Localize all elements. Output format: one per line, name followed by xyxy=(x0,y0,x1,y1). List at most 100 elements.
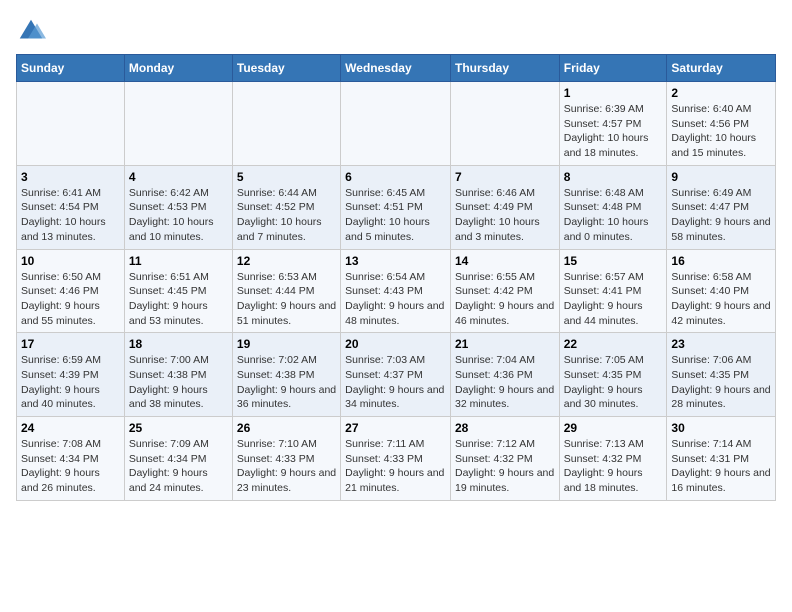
day-number: 30 xyxy=(671,421,771,435)
day-info: Sunrise: 7:14 AM Sunset: 4:31 PM Dayligh… xyxy=(671,437,771,496)
column-header-wednesday: Wednesday xyxy=(341,55,451,82)
column-header-thursday: Thursday xyxy=(450,55,559,82)
day-info: Sunrise: 7:04 AM Sunset: 4:36 PM Dayligh… xyxy=(455,353,555,412)
day-info: Sunrise: 6:58 AM Sunset: 4:40 PM Dayligh… xyxy=(671,270,771,329)
day-number: 24 xyxy=(21,421,120,435)
calendar-week-row: 1 Sunrise: 6:39 AM Sunset: 4:57 PM Daylig… xyxy=(17,82,776,166)
day-info: Sunrise: 6:49 AM Sunset: 4:47 PM Dayligh… xyxy=(671,186,771,245)
column-header-sunday: Sunday xyxy=(17,55,125,82)
calendar-cell: 23 Sunrise: 7:06 AM Sunset: 4:35 PM Dayli… xyxy=(667,333,776,417)
calendar-cell xyxy=(17,82,125,166)
day-number: 3 xyxy=(21,170,120,184)
calendar-cell: 30 Sunrise: 7:14 AM Sunset: 4:31 PM Dayli… xyxy=(667,417,776,501)
day-number: 10 xyxy=(21,254,120,268)
calendar-cell: 22 Sunrise: 7:05 AM Sunset: 4:35 PM Dayli… xyxy=(559,333,667,417)
day-info: Sunrise: 7:13 AM Sunset: 4:32 PM Dayligh… xyxy=(564,437,663,496)
calendar-cell: 20Sunrise: 7:03 AM Sunset: 4:37 PM Dayli… xyxy=(341,333,451,417)
day-number: 22 xyxy=(564,337,663,351)
day-info: Sunrise: 6:57 AM Sunset: 4:41 PM Dayligh… xyxy=(564,270,663,329)
day-number: 1 xyxy=(564,86,663,100)
calendar-week-row: 10 Sunrise: 6:50 AM Sunset: 4:46 PM Dayli… xyxy=(17,249,776,333)
day-info: Sunrise: 7:08 AM Sunset: 4:34 PM Dayligh… xyxy=(21,437,120,496)
column-header-tuesday: Tuesday xyxy=(232,55,340,82)
day-info: Sunrise: 7:11 AM Sunset: 4:33 PM Dayligh… xyxy=(345,437,446,496)
calendar-body: 1 Sunrise: 6:39 AM Sunset: 4:57 PM Daylig… xyxy=(17,82,776,501)
day-info: Sunrise: 6:55 AM Sunset: 4:42 PM Dayligh… xyxy=(455,270,555,329)
day-info: Sunrise: 6:53 AM Sunset: 4:44 PM Dayligh… xyxy=(237,270,336,329)
day-info: Sunrise: 6:44 AM Sunset: 4:52 PM Dayligh… xyxy=(237,186,336,245)
day-number: 4 xyxy=(129,170,228,184)
calendar-cell xyxy=(341,82,451,166)
calendar-cell: 13Sunrise: 6:54 AM Sunset: 4:43 PM Dayli… xyxy=(341,249,451,333)
calendar-cell: 5Sunrise: 6:44 AM Sunset: 4:52 PM Daylig… xyxy=(232,165,340,249)
day-info: Sunrise: 6:42 AM Sunset: 4:53 PM Dayligh… xyxy=(129,186,228,245)
logo-icon xyxy=(16,16,46,46)
day-number: 18 xyxy=(129,337,228,351)
calendar-cell: 17Sunrise: 6:59 AM Sunset: 4:39 PM Dayli… xyxy=(17,333,125,417)
day-number: 11 xyxy=(129,254,228,268)
calendar-cell: 11 Sunrise: 6:51 AM Sunset: 4:45 PM Dayli… xyxy=(124,249,232,333)
day-number: 20 xyxy=(345,337,446,351)
day-number: 29 xyxy=(564,421,663,435)
day-number: 12 xyxy=(237,254,336,268)
day-info: Sunrise: 6:39 AM Sunset: 4:57 PM Dayligh… xyxy=(564,102,663,161)
day-number: 6 xyxy=(345,170,446,184)
logo xyxy=(16,16,50,46)
calendar-cell: 18 Sunrise: 7:00 AM Sunset: 4:38 PM Dayli… xyxy=(124,333,232,417)
day-info: Sunrise: 7:02 AM Sunset: 4:38 PM Dayligh… xyxy=(237,353,336,412)
day-info: Sunrise: 7:00 AM Sunset: 4:38 PM Dayligh… xyxy=(129,353,228,412)
day-number: 2 xyxy=(671,86,771,100)
day-info: Sunrise: 7:05 AM Sunset: 4:35 PM Dayligh… xyxy=(564,353,663,412)
day-number: 21 xyxy=(455,337,555,351)
calendar-cell: 28 Sunrise: 7:12 AM Sunset: 4:32 PM Dayli… xyxy=(450,417,559,501)
calendar-cell: 1 Sunrise: 6:39 AM Sunset: 4:57 PM Daylig… xyxy=(559,82,667,166)
calendar-cell: 7 Sunrise: 6:46 AM Sunset: 4:49 PM Daylig… xyxy=(450,165,559,249)
calendar-cell: 12 Sunrise: 6:53 AM Sunset: 4:44 PM Dayli… xyxy=(232,249,340,333)
calendar-cell: 29 Sunrise: 7:13 AM Sunset: 4:32 PM Dayli… xyxy=(559,417,667,501)
day-number: 28 xyxy=(455,421,555,435)
day-number: 16 xyxy=(671,254,771,268)
day-info: Sunrise: 7:06 AM Sunset: 4:35 PM Dayligh… xyxy=(671,353,771,412)
calendar-cell: 26 Sunrise: 7:10 AM Sunset: 4:33 PM Dayli… xyxy=(232,417,340,501)
calendar-cell: 2 Sunrise: 6:40 AM Sunset: 4:56 PM Daylig… xyxy=(667,82,776,166)
day-number: 7 xyxy=(455,170,555,184)
day-info: Sunrise: 6:46 AM Sunset: 4:49 PM Dayligh… xyxy=(455,186,555,245)
day-number: 23 xyxy=(671,337,771,351)
day-info: Sunrise: 6:51 AM Sunset: 4:45 PM Dayligh… xyxy=(129,270,228,329)
day-number: 19 xyxy=(237,337,336,351)
calendar-cell: 14 Sunrise: 6:55 AM Sunset: 4:42 PM Dayli… xyxy=(450,249,559,333)
day-number: 8 xyxy=(564,170,663,184)
day-number: 17 xyxy=(21,337,120,351)
calendar-cell: 21 Sunrise: 7:04 AM Sunset: 4:36 PM Dayli… xyxy=(450,333,559,417)
calendar-week-row: 3 Sunrise: 6:41 AM Sunset: 4:54 PM Daylig… xyxy=(17,165,776,249)
calendar-cell: 16 Sunrise: 6:58 AM Sunset: 4:40 PM Dayli… xyxy=(667,249,776,333)
page-header xyxy=(16,16,776,46)
day-number: 9 xyxy=(671,170,771,184)
calendar-cell: 15 Sunrise: 6:57 AM Sunset: 4:41 PM Dayli… xyxy=(559,249,667,333)
calendar-cell: 19 Sunrise: 7:02 AM Sunset: 4:38 PM Dayli… xyxy=(232,333,340,417)
calendar-header-row: SundayMondayTuesdayWednesdayThursdayFrid… xyxy=(17,55,776,82)
calendar-cell xyxy=(124,82,232,166)
day-number: 26 xyxy=(237,421,336,435)
day-info: Sunrise: 7:09 AM Sunset: 4:34 PM Dayligh… xyxy=(129,437,228,496)
day-info: Sunrise: 6:50 AM Sunset: 4:46 PM Dayligh… xyxy=(21,270,120,329)
calendar-cell: 25Sunrise: 7:09 AM Sunset: 4:34 PM Dayli… xyxy=(124,417,232,501)
calendar-cell: 27Sunrise: 7:11 AM Sunset: 4:33 PM Dayli… xyxy=(341,417,451,501)
day-info: Sunrise: 7:10 AM Sunset: 4:33 PM Dayligh… xyxy=(237,437,336,496)
calendar-cell: 24 Sunrise: 7:08 AM Sunset: 4:34 PM Dayli… xyxy=(17,417,125,501)
column-header-saturday: Saturday xyxy=(667,55,776,82)
day-number: 15 xyxy=(564,254,663,268)
day-info: Sunrise: 6:54 AM Sunset: 4:43 PM Dayligh… xyxy=(345,270,446,329)
column-header-monday: Monday xyxy=(124,55,232,82)
calendar-cell: 6Sunrise: 6:45 AM Sunset: 4:51 PM Daylig… xyxy=(341,165,451,249)
calendar-cell xyxy=(450,82,559,166)
calendar-cell: 9 Sunrise: 6:49 AM Sunset: 4:47 PM Daylig… xyxy=(667,165,776,249)
day-number: 14 xyxy=(455,254,555,268)
calendar-week-row: 17Sunrise: 6:59 AM Sunset: 4:39 PM Dayli… xyxy=(17,333,776,417)
column-header-friday: Friday xyxy=(559,55,667,82)
calendar-cell: 3 Sunrise: 6:41 AM Sunset: 4:54 PM Daylig… xyxy=(17,165,125,249)
day-info: Sunrise: 6:40 AM Sunset: 4:56 PM Dayligh… xyxy=(671,102,771,161)
day-info: Sunrise: 7:12 AM Sunset: 4:32 PM Dayligh… xyxy=(455,437,555,496)
day-info: Sunrise: 6:41 AM Sunset: 4:54 PM Dayligh… xyxy=(21,186,120,245)
calendar-cell xyxy=(232,82,340,166)
